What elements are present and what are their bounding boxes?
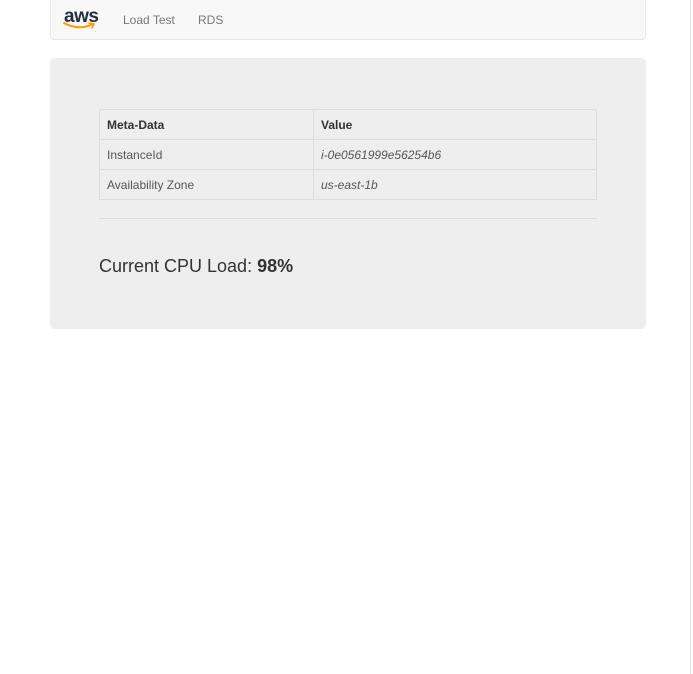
horizontal-divider xyxy=(99,218,597,219)
row-value-availability-zone: us-east-1b xyxy=(313,169,597,200)
navbar: aws Load Test RDS xyxy=(50,0,646,40)
nav-link-load-test[interactable]: Load Test xyxy=(123,13,175,27)
cpu-load-label: Current CPU Load: xyxy=(99,256,258,276)
row-key-availability-zone: Availability Zone xyxy=(99,169,314,200)
nav-link-rds[interactable]: RDS xyxy=(198,13,223,27)
header-meta-data: Meta-Data xyxy=(99,109,314,140)
cpu-load-value: 98% xyxy=(257,256,294,276)
scrollbar-edge xyxy=(690,0,691,674)
page: aws Load Test RDS Meta-Data Value Instan… xyxy=(0,0,693,674)
table-row: Availability Zone us-east-1b xyxy=(99,169,597,200)
header-value: Value xyxy=(313,109,597,140)
aws-logo[interactable]: aws xyxy=(63,7,103,37)
table-header-row: Meta-Data Value xyxy=(99,109,597,140)
table-row: InstanceId i-0e0561999e56254b6 xyxy=(99,139,597,170)
main-panel: Meta-Data Value InstanceId i-0e0561999e5… xyxy=(50,58,646,329)
cpu-load-status: Current CPU Load: 98% xyxy=(99,255,293,277)
row-key-instance-id: InstanceId xyxy=(99,139,314,170)
aws-smile-icon xyxy=(63,22,95,29)
row-value-instance-id: i-0e0561999e56254b6 xyxy=(313,139,597,170)
metadata-table: Meta-Data Value InstanceId i-0e0561999e5… xyxy=(99,109,597,200)
